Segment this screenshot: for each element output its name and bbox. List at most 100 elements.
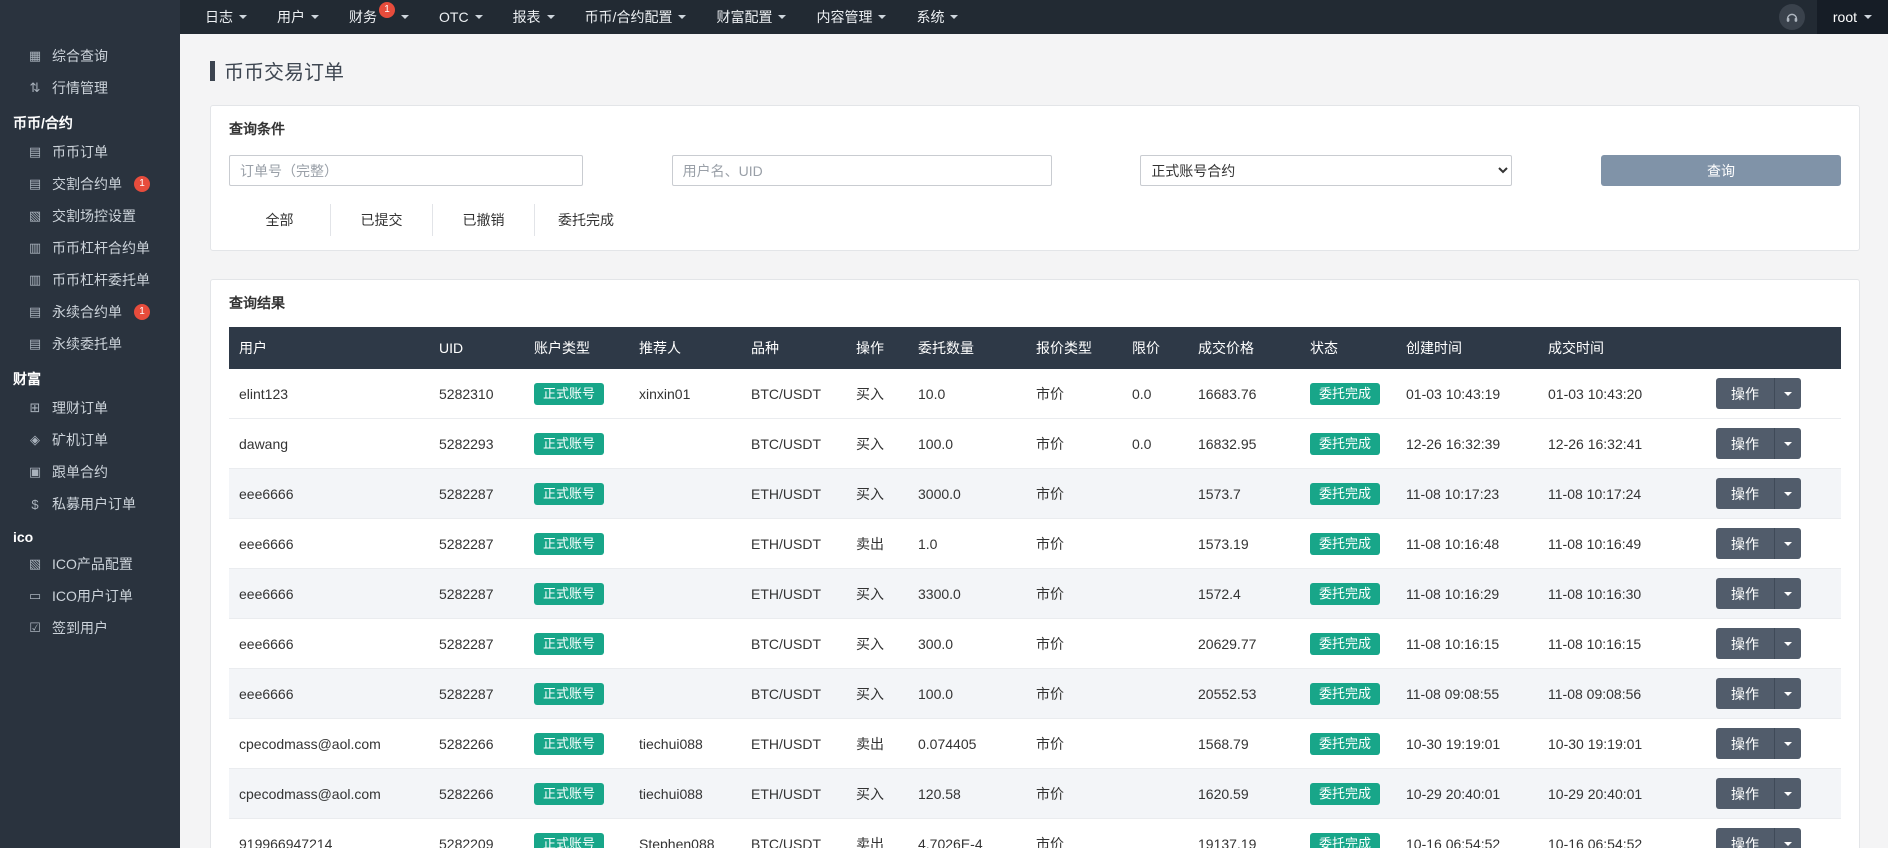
sidebar-item[interactable]: ⊞理财订单 [0, 392, 180, 424]
topnav-item[interactable]: 系统 [901, 0, 973, 34]
cell-uid: 5282293 [429, 419, 524, 469]
cell-symbol: ETH/USDT [741, 569, 846, 619]
cell-price-type: 市价 [1026, 769, 1122, 819]
cell-dealt-time: 10-29 20:40:01 [1538, 769, 1676, 819]
action-button[interactable]: 操作 [1716, 578, 1774, 609]
user-menu[interactable]: root [1817, 0, 1888, 34]
cell-status: 委托完成 [1300, 419, 1396, 469]
cell-deal-price: 20552.53 [1188, 669, 1300, 719]
account-type-select[interactable]: 正式账号合约 [1140, 155, 1512, 186]
status-badge: 委托完成 [1310, 783, 1380, 805]
action-dropdown-toggle[interactable] [1774, 678, 1801, 709]
content-container: 查询条件 正式账号合约 查询 全部已提交已撤销委托完成 查询结果 用户UID账户… [210, 105, 1860, 848]
action-button-group: 操作 [1716, 728, 1801, 759]
cell-dealt-time: 11-08 10:16:30 [1538, 569, 1676, 619]
chevron-down-icon [1784, 842, 1792, 846]
action-dropdown-toggle[interactable] [1774, 528, 1801, 559]
action-dropdown-toggle[interactable] [1774, 578, 1801, 609]
action-button[interactable]: 操作 [1716, 828, 1774, 848]
cell-price-type: 市价 [1026, 569, 1122, 619]
action-button[interactable]: 操作 [1716, 428, 1774, 459]
cell-deal-price: 16832.95 [1188, 419, 1300, 469]
sidebar-item-label: 签到用户 [52, 618, 108, 638]
action-button[interactable]: 操作 [1716, 478, 1774, 509]
sidebar-item[interactable]: ◈矿机订单 [0, 424, 180, 456]
cell-dealt-time: 11-08 10:16:15 [1538, 619, 1676, 669]
sidebar-item[interactable]: ▤永续合约单1 [0, 296, 180, 328]
topnav-item[interactable]: 日志 [190, 0, 262, 34]
cell-deal-price: 1568.79 [1188, 719, 1300, 769]
account-type-badge: 正式账号 [534, 483, 604, 505]
action-dropdown-toggle[interactable] [1774, 628, 1801, 659]
topnav-item-label: 用户 [277, 7, 305, 27]
chevron-down-icon [239, 15, 247, 19]
sidebar-item[interactable]: ▤交割合约单1 [0, 168, 180, 200]
topnav-item-label: 系统 [916, 7, 944, 27]
cell-limit-price: 0.0 [1122, 419, 1188, 469]
cell-user: cpecodmass@aol.com [229, 769, 429, 819]
cell-limit-price [1122, 619, 1188, 669]
column-header: 委托数量 [908, 327, 1026, 369]
cell-symbol: BTC/USDT [741, 819, 846, 848]
cell-dealt-time: 10-30 19:19:01 [1538, 719, 1676, 769]
cell-uid: 5282287 [429, 519, 524, 569]
topnav-item[interactable]: 币币/合约配置 [570, 0, 702, 34]
action-dropdown-toggle[interactable] [1774, 378, 1801, 409]
cell-symbol: BTC/USDT [741, 369, 846, 419]
action-button[interactable]: 操作 [1716, 628, 1774, 659]
sidebar-item[interactable]: ▥币币杠杆委托单 [0, 264, 180, 296]
action-dropdown-toggle[interactable] [1774, 828, 1801, 848]
sidebar-item[interactable]: ⇅行情管理 [0, 72, 180, 104]
sidebar-item[interactable]: $私募用户订单 [0, 488, 180, 520]
search-button[interactable]: 查询 [1601, 155, 1841, 186]
sidebar-item[interactable]: ▤永续委托单 [0, 328, 180, 360]
action-button[interactable]: 操作 [1716, 378, 1774, 409]
cell-actions: 操作 [1676, 519, 1841, 569]
cell-amount: 0.074405 [908, 719, 1026, 769]
leverage-icon: ▥ [27, 272, 43, 288]
action-button[interactable]: 操作 [1716, 778, 1774, 809]
topnav-item[interactable]: OTC [424, 0, 498, 34]
topnav-item[interactable]: 财务1 [334, 0, 424, 34]
action-dropdown-toggle[interactable] [1774, 778, 1801, 809]
topnav-item[interactable]: 用户 [262, 0, 334, 34]
action-button[interactable]: 操作 [1716, 678, 1774, 709]
sidebar-item[interactable]: ▤币币订单 [0, 136, 180, 168]
search-panel-title: 查询条件 [211, 106, 1859, 145]
filter-tab[interactable]: 已提交 [331, 204, 433, 236]
cell-side: 买入 [846, 419, 908, 469]
column-header: 用户 [229, 327, 429, 369]
sidebar-item[interactable]: ☑签到用户 [0, 612, 180, 644]
results-table-body: elint1235282310正式账号xinxin01BTC/USDT买入10.… [229, 369, 1841, 848]
sidebar-item[interactable]: ▧ICO产品配置 [0, 548, 180, 580]
topnav-item[interactable]: 报表 [498, 0, 570, 34]
action-button[interactable]: 操作 [1716, 728, 1774, 759]
action-dropdown-toggle[interactable] [1774, 428, 1801, 459]
headset-icon[interactable] [1779, 4, 1805, 30]
filter-tab[interactable]: 委托完成 [535, 204, 637, 236]
cell-account-type: 正式账号 [524, 719, 629, 769]
sidebar-item-label: ICO产品配置 [52, 554, 133, 574]
sidebar-item[interactable]: ▥币币杠杆合约单 [0, 232, 180, 264]
sidebar-item[interactable]: ▣跟单合约 [0, 456, 180, 488]
chevron-down-icon [878, 15, 886, 19]
cell-amount: 1.0 [908, 519, 1026, 569]
cell-price-type: 市价 [1026, 369, 1122, 419]
filter-tab[interactable]: 全部 [229, 204, 331, 236]
filter-tab[interactable]: 已撤销 [433, 204, 535, 236]
sidebar-item[interactable]: ▧交割场控设置 [0, 200, 180, 232]
action-button-group: 操作 [1716, 478, 1801, 509]
action-dropdown-toggle[interactable] [1774, 478, 1801, 509]
table-row: eee66665282287正式账号BTC/USDT买入100.0市价20552… [229, 669, 1841, 719]
action-dropdown-toggle[interactable] [1774, 728, 1801, 759]
action-button[interactable]: 操作 [1716, 528, 1774, 559]
cell-actions: 操作 [1676, 569, 1841, 619]
order-number-input[interactable] [229, 155, 583, 186]
cell-uid: 5282287 [429, 469, 524, 519]
sidebar-item[interactable]: ▭ICO用户订单 [0, 580, 180, 612]
username-uid-input[interactable] [672, 155, 1052, 186]
sidebar-item[interactable]: ▦综合查询 [0, 40, 180, 72]
cell-symbol: ETH/USDT [741, 769, 846, 819]
topnav-item[interactable]: 内容管理 [801, 0, 901, 34]
topnav-item[interactable]: 财富配置 [701, 0, 801, 34]
